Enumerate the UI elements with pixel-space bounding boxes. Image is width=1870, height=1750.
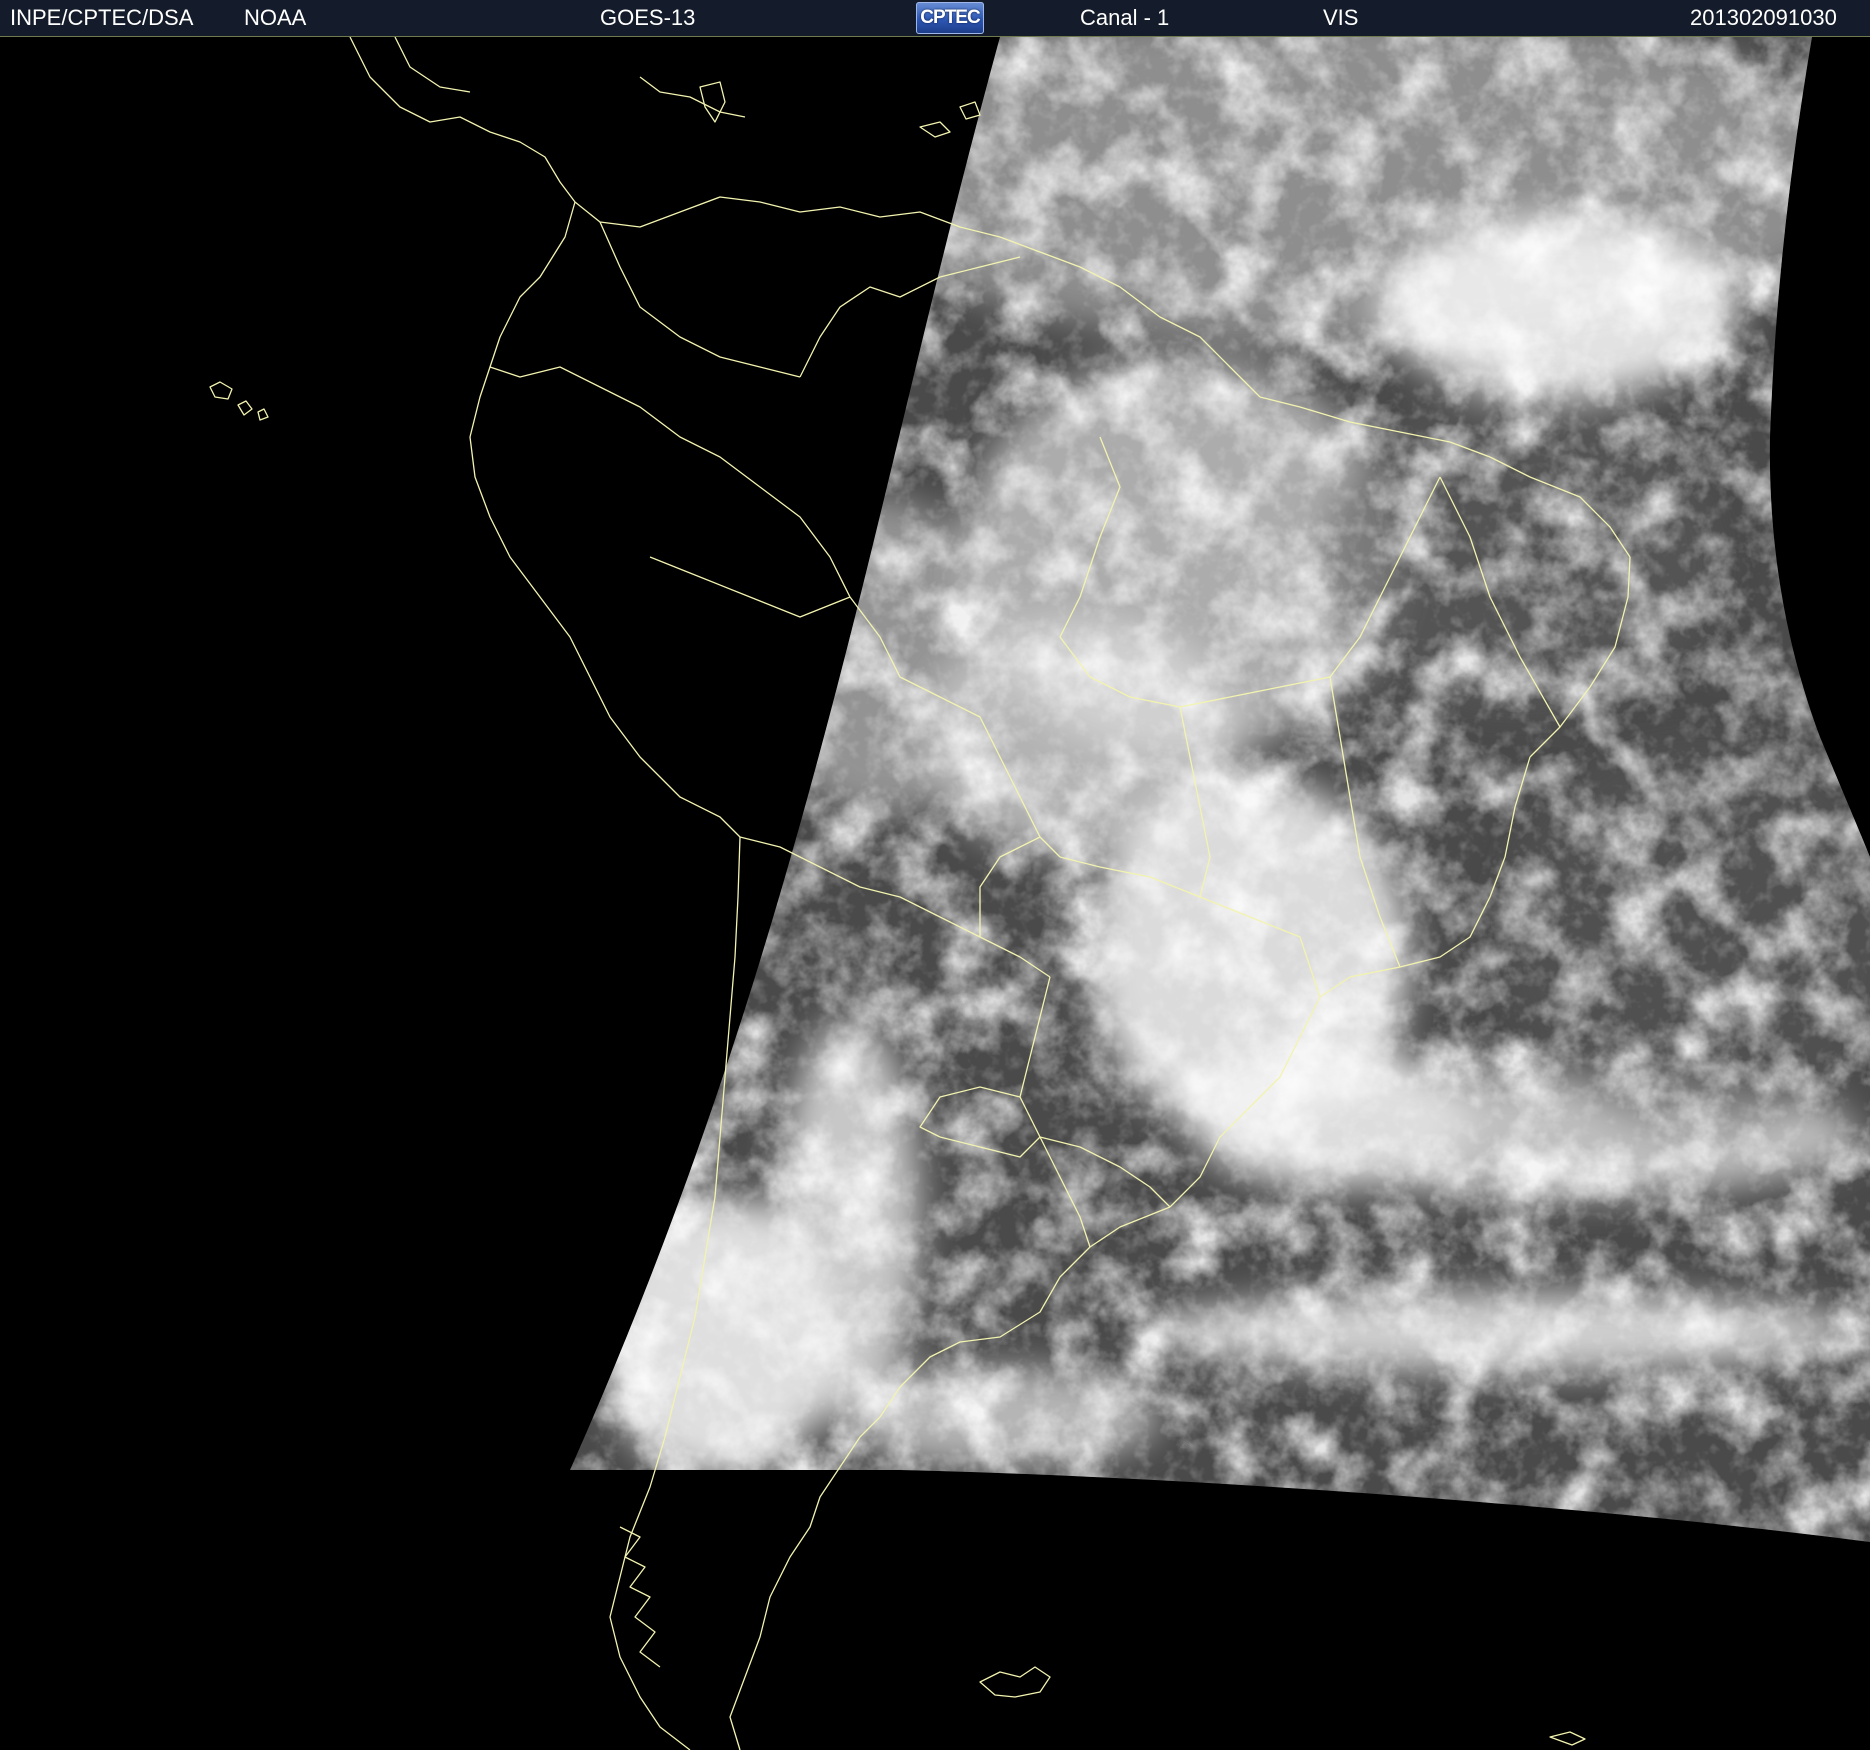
image-header-bar: INPE/CPTEC/DSA NOAA GOES-13 CPTEC Canal … (0, 0, 1870, 37)
satellite-map-svg (0, 37, 1870, 1750)
satellite-label: GOES-13 (600, 5, 696, 30)
band-label: VIS (1323, 5, 1359, 30)
channel-label: Canal - 1 (1080, 5, 1170, 30)
source-label: NOAA (244, 5, 307, 30)
satellite-map[interactable] (0, 37, 1870, 1750)
agency-label: INPE/CPTEC/DSA (10, 5, 194, 30)
cptec-logo: CPTEC (916, 2, 984, 34)
cptec-logo-text: CPTEC (920, 7, 980, 28)
timestamp-label: 201302091030 (1690, 5, 1837, 30)
